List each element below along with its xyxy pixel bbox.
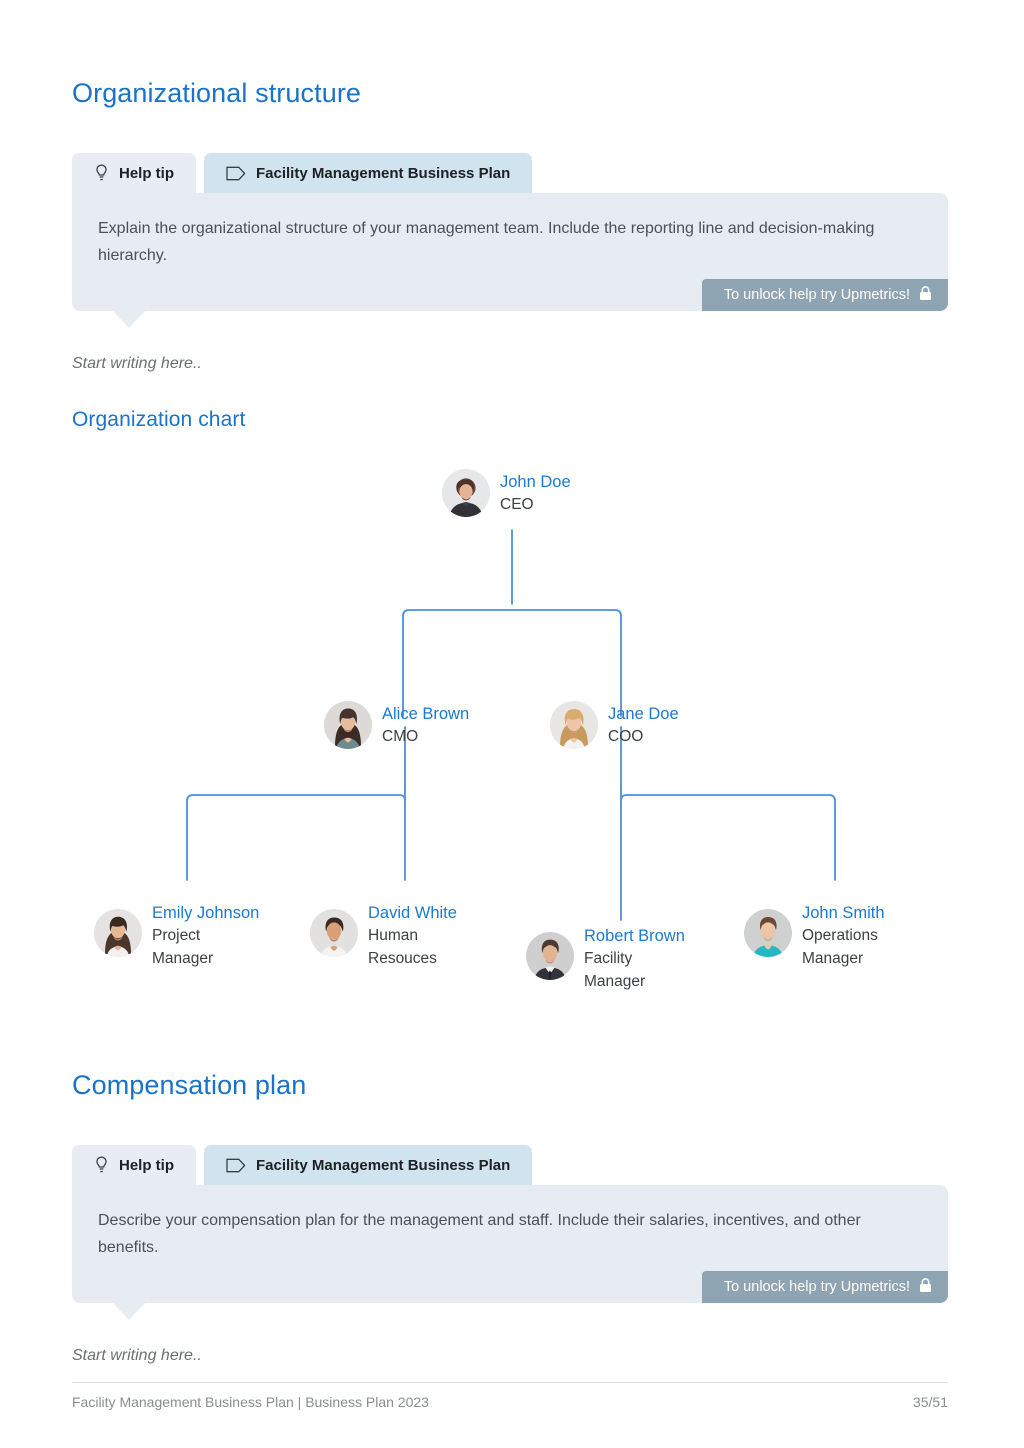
avatar: [310, 909, 358, 957]
bulb-icon: [94, 164, 109, 182]
start-writing-placeholder-organizational-structure[interactable]: Start writing here..: [72, 355, 202, 373]
avatar: [550, 701, 598, 749]
bulb-icon: [94, 1156, 109, 1174]
help-tip-tail: [112, 310, 146, 328]
org-node-text: David White Human Resouces: [368, 902, 478, 970]
org-node-name: David White: [368, 904, 457, 922]
help-tip-body: Explain the organizational structure of …: [72, 193, 948, 328]
org-node-text: Jane Doe COO: [608, 703, 679, 748]
org-node-project-manager[interactable]: Emily Johnson Project Manager: [94, 902, 262, 970]
page-title-organizational-structure: Organizational structure: [72, 78, 362, 108]
help-tip-tabs: Help tip Facility Management Business Pl…: [72, 153, 948, 193]
avatar: [526, 932, 574, 980]
section-title-organization-chart: Organization chart: [72, 408, 246, 431]
org-node-text: Alice Brown CMO: [382, 703, 469, 748]
org-node-text: John Smith Operations Manager: [802, 902, 932, 970]
footer-left-text: Facility Management Business Plan | Busi…: [72, 1394, 429, 1410]
lock-icon: [919, 1277, 932, 1297]
org-node-role: Project Manager: [152, 927, 214, 967]
page-number: 35/51: [912, 1394, 948, 1410]
avatar: [744, 909, 792, 957]
tag-icon: [226, 1158, 246, 1173]
org-node-ceo[interactable]: John Doe CEO: [442, 469, 571, 517]
help-tip-tabs: Help tip Facility Management Business Pl…: [72, 1145, 948, 1185]
help-tip-block-compensation-plan: Help tip Facility Management Business Pl…: [72, 1145, 948, 1320]
avatar: [94, 909, 142, 957]
tab-help-tip-label: Help tip: [119, 1156, 174, 1174]
org-node-name: John Doe: [500, 472, 571, 491]
org-node-name: Alice Brown: [382, 704, 470, 723]
org-node-name: Robert Brown: [584, 927, 685, 945]
footer: Facility Management Business Plan | Busi…: [72, 1394, 948, 1410]
org-node-role: Facility Manager: [584, 950, 646, 990]
org-node-coo[interactable]: Jane Doe COO: [550, 701, 679, 749]
org-node-role: Operations Manager: [802, 927, 878, 967]
tab-business-plan[interactable]: Facility Management Business Plan: [204, 153, 533, 193]
unlock-help-label: To unlock help try Upmetrics!: [723, 287, 910, 303]
help-tip-tail: [112, 1302, 146, 1320]
tab-help-tip[interactable]: Help tip: [72, 1145, 196, 1185]
help-tip-text: Explain the organizational structure of …: [98, 220, 875, 264]
org-node-cmo[interactable]: Alice Brown CMO: [324, 701, 469, 749]
tag-icon: [226, 166, 246, 181]
unlock-help-badge[interactable]: To unlock help try Upmetrics!: [701, 1271, 948, 1303]
organization-chart: John Doe CEO Alice Brown CMO Jane Doe CO…: [0, 440, 1024, 1020]
org-node-facility-manager[interactable]: Robert Brown Facility Manager: [526, 925, 694, 993]
page-title-compensation-plan: Compensation plan: [72, 1070, 307, 1100]
lock-icon: [919, 285, 932, 305]
tab-business-plan-label: Facility Management Business Plan: [256, 164, 511, 182]
org-node-name: Jane Doe: [608, 704, 679, 723]
org-node-human-resources[interactable]: David White Human Resouces: [310, 902, 478, 970]
avatar: [442, 469, 490, 517]
org-node-text: John Doe CEO: [500, 471, 571, 516]
help-tip-text: Describe your compensation plan for the …: [98, 1212, 861, 1256]
tab-business-plan-label: Facility Management Business Plan: [256, 1156, 511, 1174]
org-node-role: CEO: [500, 495, 534, 513]
org-node-role: CMO: [382, 727, 419, 745]
org-node-name: John Smith: [802, 904, 885, 922]
org-node-text: Emily Johnson Project Manager: [152, 902, 262, 970]
help-tip-block-organizational-structure: Help tip Facility Management Business Pl…: [72, 153, 948, 328]
org-node-name: Emily Johnson: [152, 904, 260, 922]
tab-business-plan[interactable]: Facility Management Business Plan: [204, 1145, 533, 1185]
org-node-text: Robert Brown Facility Manager: [584, 925, 694, 993]
unlock-help-badge[interactable]: To unlock help try Upmetrics!: [701, 279, 948, 311]
org-node-role: COO: [608, 727, 644, 745]
org-node-role: Human Resouces: [368, 927, 437, 967]
avatar: [324, 701, 372, 749]
start-writing-placeholder-compensation-plan[interactable]: Start writing here..: [72, 1347, 202, 1365]
tab-help-tip-label: Help tip: [119, 164, 174, 182]
org-node-operations-manager[interactable]: John Smith Operations Manager: [744, 902, 932, 970]
tab-help-tip[interactable]: Help tip: [72, 153, 196, 193]
unlock-help-label: To unlock help try Upmetrics!: [723, 1279, 910, 1295]
help-tip-body: Describe your compensation plan for the …: [72, 1185, 948, 1320]
document-page: Organizational structure Help tip Facili…: [0, 0, 1024, 1448]
footer-divider: [72, 1382, 948, 1383]
